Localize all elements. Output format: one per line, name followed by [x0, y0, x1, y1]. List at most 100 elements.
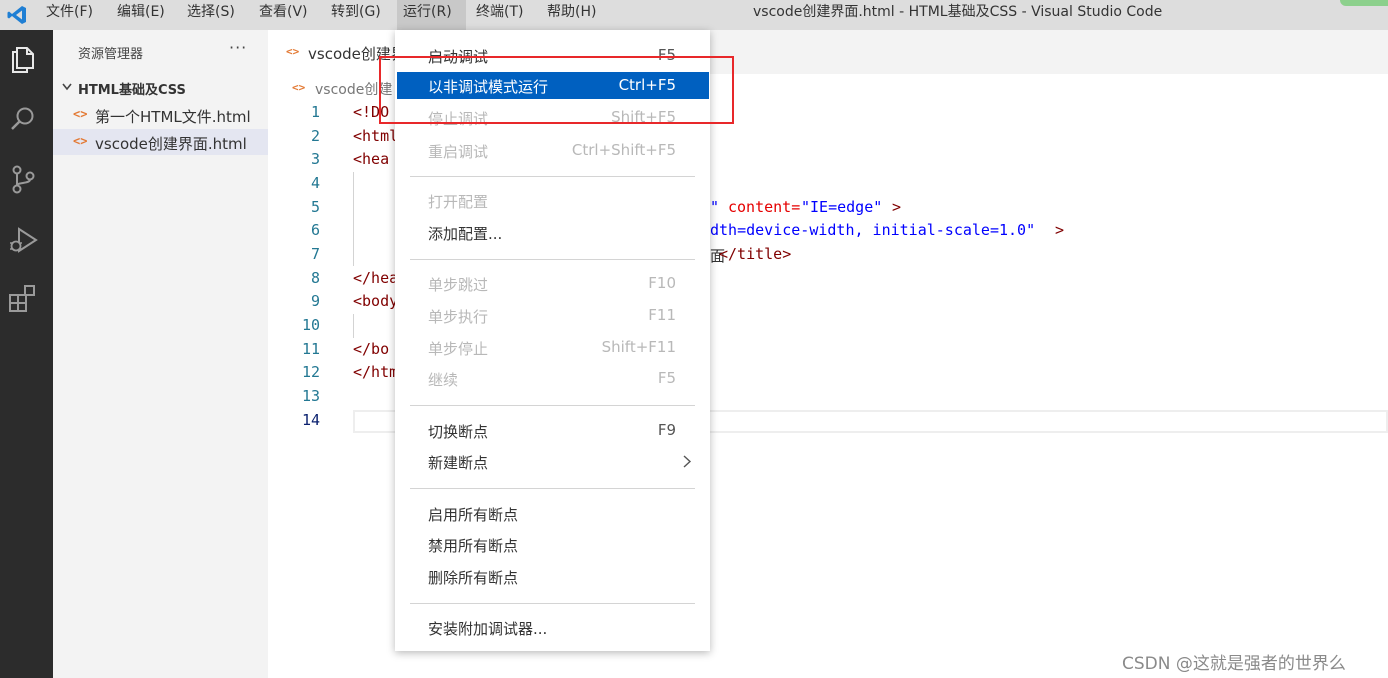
line-number: 2 — [310, 127, 320, 145]
menu-item-continue[interactable]: 继续 F5 — [397, 365, 709, 392]
title-bar: 文件(F) 编辑(E) 选择(S) 查看(V) 转到(G) 运行(R) 终端(T… — [0, 0, 1388, 30]
menu-separator — [410, 488, 695, 489]
menu-item-open-configuration[interactable]: 打开配置 — [397, 187, 709, 214]
menu-item-label: 单步跳过 — [428, 276, 489, 294]
code-token-attribute[interactable]: content= — [728, 198, 800, 216]
code-line[interactable]: <body — [353, 292, 398, 310]
indent-guide — [353, 172, 354, 266]
menu-item-step-out[interactable]: 单步停止 Shift+F11 — [397, 334, 709, 361]
source-control-icon[interactable] — [6, 162, 40, 196]
line-number: 12 — [301, 363, 320, 381]
watermark: CSDN @这就是强者的世界么 — [1122, 654, 1346, 674]
menu-item-stop-debugging[interactable]: 停止调试 Shift+F5 — [397, 104, 709, 131]
window-title: vscode创建界面.html - HTML基础及CSS - Visual St… — [753, 4, 1163, 20]
line-number: 5 — [310, 198, 320, 216]
line-number: 8 — [310, 269, 320, 287]
menu-go[interactable]: 转到(G) — [325, 0, 387, 30]
menu-item-shortcut: F10 — [648, 274, 676, 292]
menu-item-label: 添加配置... — [428, 225, 503, 243]
menu-separator — [410, 603, 695, 604]
files-icon[interactable] — [6, 42, 40, 76]
folder-row[interactable]: HTML基础及CSS — [53, 76, 268, 100]
explorer-sidebar: 资源管理器 ··· HTML基础及CSS <> 第一个HTML文件.html <… — [53, 30, 268, 678]
line-number: 10 — [301, 316, 320, 334]
code-token-string[interactable]: "IE=edge" — [801, 198, 882, 216]
code-token-tag[interactable]: </title> — [719, 245, 791, 263]
code-line[interactable]: <!DO — [353, 103, 389, 121]
html-file-icon: <> — [73, 134, 88, 148]
menu-item-shortcut: Ctrl+F5 — [618, 76, 676, 94]
code-token-string[interactable]: dth=device-width, initial-scale=1.0" — [710, 221, 1035, 239]
menu-item-label: 启用所有断点 — [428, 506, 519, 524]
menu-item-label: 安装附加调试器... — [428, 620, 548, 638]
file-name: 第一个HTML文件.html — [95, 108, 251, 126]
menu-terminal[interactable]: 终端(T) — [470, 0, 529, 30]
menu-item-label: 打开配置 — [428, 193, 489, 211]
line-number: 11 — [301, 340, 320, 358]
menu-item-shortcut: Shift+F5 — [611, 108, 676, 126]
line-number: 9 — [310, 292, 320, 310]
menu-edit[interactable]: 编辑(E) — [111, 0, 171, 30]
menu-item-restart-debugging[interactable]: 重启调试 Ctrl+Shift+F5 — [397, 137, 709, 164]
menu-item-disable-all-breakpoints[interactable]: 禁用所有断点 — [397, 531, 709, 558]
code-line[interactable]: <hea — [353, 150, 389, 168]
menu-item-new-breakpoint[interactable]: 新建断点 — [397, 448, 709, 475]
window-control-decoration — [1340, 0, 1388, 6]
file-item[interactable]: <> 第一个HTML文件.html — [53, 102, 268, 128]
menu-help[interactable]: 帮助(H) — [541, 0, 602, 30]
line-number: 4 — [310, 174, 320, 192]
menu-selection[interactable]: 选择(S) — [181, 0, 241, 30]
code-token-tag[interactable]: > — [1055, 221, 1064, 239]
menu-item-label: 继续 — [428, 371, 459, 389]
menu-item-enable-all-breakpoints[interactable]: 启用所有断点 — [397, 500, 709, 527]
code-line[interactable]: </hea — [353, 269, 398, 287]
menu-item-run-without-debugging[interactable]: 以非调试模式运行 Ctrl+F5 — [397, 72, 709, 99]
breadcrumb-label: vscode创建 — [315, 82, 393, 98]
menu-item-label: 单步执行 — [428, 308, 489, 326]
menu-item-label: 切换断点 — [428, 423, 489, 441]
line-number: 7 — [310, 245, 320, 263]
menu-item-step-over[interactable]: 单步跳过 F10 — [397, 270, 709, 297]
menu-item-shortcut: Shift+F11 — [601, 338, 676, 356]
menu-item-label: 禁用所有断点 — [428, 537, 519, 555]
html-file-icon: <> — [286, 45, 300, 58]
menu-item-label: 单步停止 — [428, 340, 489, 358]
menu-separator — [410, 259, 695, 260]
run-debug-icon[interactable] — [6, 222, 40, 256]
file-item-selected[interactable]: <> vscode创建界面.html — [53, 129, 268, 155]
menu-item-start-debugging[interactable]: 启动调试 F5 — [397, 42, 709, 69]
menu-item-remove-all-breakpoints[interactable]: 删除所有断点 — [397, 563, 709, 590]
menu-separator — [410, 176, 695, 177]
folder-name: HTML基础及CSS — [78, 83, 186, 98]
line-number: 6 — [310, 221, 320, 239]
code-token-string[interactable]: " — [710, 198, 719, 216]
code-line[interactable]: <html — [353, 127, 398, 145]
chevron-right-icon — [683, 455, 692, 468]
menu-run[interactable]: 运行(R) — [397, 0, 466, 30]
code-line[interactable]: </bo — [353, 340, 389, 358]
vscode-logo-icon — [7, 6, 26, 24]
file-name: vscode创建界面.html — [95, 135, 247, 153]
html-file-icon: <> — [292, 81, 306, 94]
html-file-icon: <> — [73, 107, 88, 121]
menu-item-shortcut: F9 — [657, 421, 676, 439]
more-actions-icon[interactable]: ··· — [229, 38, 247, 57]
line-number: 3 — [310, 150, 320, 168]
menu-file[interactable]: 文件(F) — [40, 0, 99, 30]
menu-item-shortcut: F5 — [657, 46, 676, 64]
search-icon[interactable] — [6, 102, 40, 136]
code-line[interactable]: </htm — [353, 363, 398, 381]
menu-item-add-configuration[interactable]: 添加配置... — [397, 219, 709, 246]
menu-view[interactable]: 查看(V) — [253, 0, 314, 30]
run-menu-dropdown: 启动调试 F5 以非调试模式运行 Ctrl+F5 停止调试 Shift+F5 重… — [395, 30, 710, 651]
menu-item-step-into[interactable]: 单步执行 F11 — [397, 302, 709, 329]
menu-item-label: 以非调试模式运行 — [428, 78, 549, 96]
extensions-icon[interactable] — [6, 282, 40, 316]
line-number: 1 — [310, 103, 320, 121]
menu-item-install-debuggers[interactable]: 安装附加调试器... — [397, 614, 709, 641]
menu-item-label: 新建断点 — [428, 454, 489, 472]
menu-item-shortcut: F11 — [648, 306, 676, 324]
menu-item-label: 启动调试 — [428, 48, 489, 66]
menu-item-toggle-breakpoint[interactable]: 切换断点 F9 — [397, 417, 709, 444]
code-token-tag[interactable]: > — [892, 198, 901, 216]
